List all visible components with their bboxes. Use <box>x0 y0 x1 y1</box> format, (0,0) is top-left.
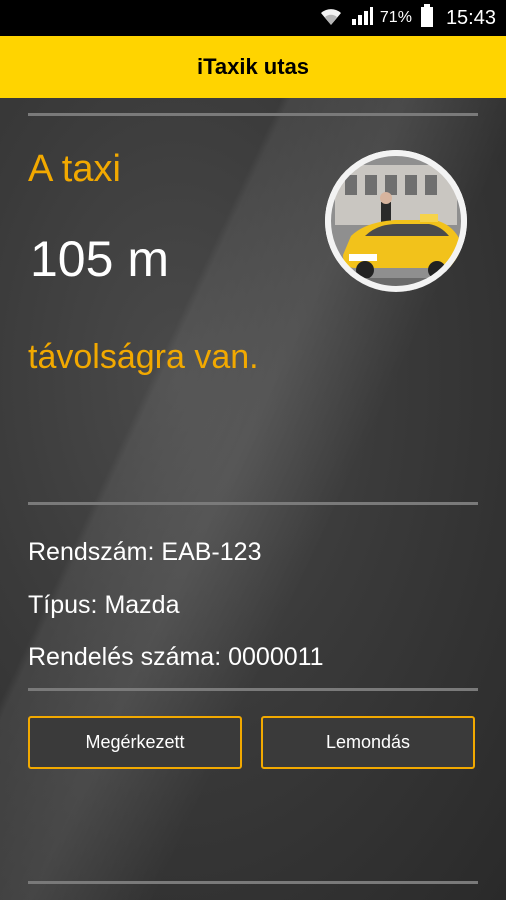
battery-percent: 71% <box>379 9 412 26</box>
cancel-button-label: Lemondás <box>325 732 411 752</box>
divider-top <box>28 113 478 116</box>
content: A taxi 105 m távolságra van. Rendszám: E… <box>0 98 506 900</box>
order-label: Rendelés száma: <box>28 643 222 671</box>
order-value: 0000011 <box>228 643 324 671</box>
status-bar-right: 71% 15:43 <box>318 0 496 36</box>
battery-icon <box>420 3 434 33</box>
taxi-distance: 105 m <box>30 231 169 287</box>
plate-value: EAB-123 <box>161 538 262 566</box>
taxi-photo <box>325 150 467 292</box>
type-label: Típus: <box>28 591 98 619</box>
plate-line: Rendszám: EAB-123 <box>28 538 261 567</box>
app-title: iTaxik utas <box>196 54 310 79</box>
plate-label: Rendszám: <box>28 538 155 566</box>
type-value: Mazda <box>104 591 180 619</box>
cancel-button[interactable]: Lemondás <box>261 716 475 769</box>
type-line: Típus: Mazda <box>28 591 179 620</box>
status-bar: 71% 15:43 <box>0 0 506 36</box>
arrived-button-label: Megérkezett <box>85 732 185 752</box>
divider-footer <box>28 881 478 884</box>
divider-bottom <box>28 688 478 691</box>
taxi-distance-suffix: távolságra van. <box>28 338 259 376</box>
taxi-heading: A taxi <box>28 148 121 190</box>
arrived-button[interactable]: Megérkezett <box>28 716 242 769</box>
divider-middle <box>28 502 478 505</box>
order-line: Rendelés száma: 0000011 <box>28 643 324 672</box>
wifi-icon <box>318 5 344 32</box>
signal-icon <box>350 5 374 32</box>
clock: 15:43 <box>445 6 496 29</box>
app-bar: iTaxik utas <box>0 36 506 98</box>
